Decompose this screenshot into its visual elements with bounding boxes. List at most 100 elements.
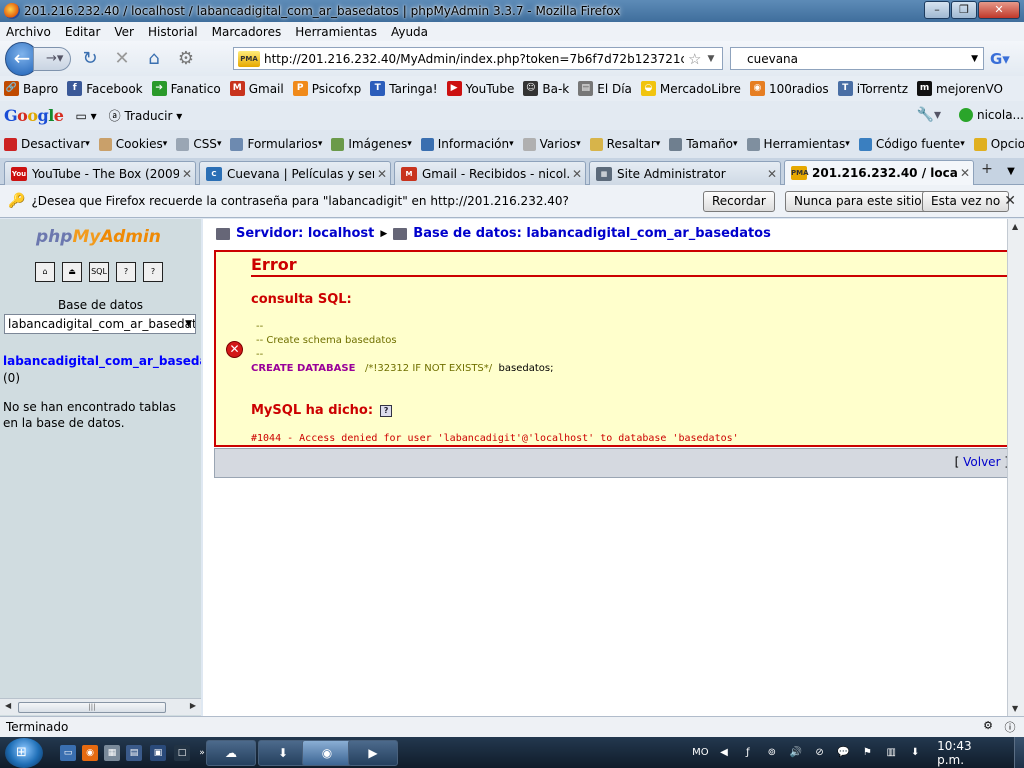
devtool-tama-o[interactable]: Tamaño ▾ <box>669 137 738 151</box>
mysql-docs-icon[interactable]: ? <box>143 262 163 282</box>
scroll-right-icon[interactable]: ▶ <box>190 701 196 710</box>
stop-button[interactable]: ✕ <box>109 47 135 71</box>
devtool-c-digo-fuente[interactable]: Código fuente ▾ <box>858 137 965 151</box>
tray-chat-icon[interactable]: 💬 <box>836 745 852 761</box>
url-text[interactable]: http://201.216.232.40/MyAdmin/index.php?… <box>264 52 684 66</box>
bookmark-ba-k[interactable]: ☺ Ba-k <box>523 81 569 96</box>
tab-close-icon[interactable]: ✕ <box>179 167 195 181</box>
tab-phpmyadmin[interactable]: PMA 201.216.232.40 / localh... ✕ <box>784 160 974 185</box>
devtool-im-genes[interactable]: Imágenes ▾ <box>331 137 412 151</box>
bookmark-star-icon[interactable]: ☆ <box>688 50 701 68</box>
clock[interactable]: 10:43 p.m. <box>937 739 1002 767</box>
tray-volume-icon[interactable]: 🔊 <box>788 745 804 761</box>
not-now-button[interactable]: Esta vez no <box>922 191 1010 212</box>
bookmark-facebook[interactable]: f Facebook <box>67 81 143 96</box>
tray-arrow-icon[interactable]: ◀ <box>716 745 732 761</box>
devtool-opciones[interactable]: Opciones▾ <box>973 137 1024 151</box>
tray-antivirus-icon[interactable]: ⊚ <box>764 745 780 761</box>
scrollbar-thumb[interactable]: ||| <box>18 702 166 713</box>
documentation-icon[interactable]: ? <box>116 262 136 282</box>
bookmark-fanatico[interactable]: ➔ Fanatico <box>151 81 221 96</box>
reload-button[interactable]: ↻ <box>77 47 103 71</box>
taskbar-app-downloads[interactable]: ⬇ <box>258 740 308 766</box>
switch-windows-icon[interactable]: ▤ <box>126 745 142 761</box>
devtool-informaci-n[interactable]: Información ▾ <box>420 137 514 151</box>
media-icon[interactable]: ▣ <box>150 745 166 761</box>
exit-icon[interactable]: ⏏ <box>62 262 82 282</box>
menu-historial[interactable]: Historial <box>148 25 198 39</box>
tab-close-icon[interactable]: ✕ <box>764 167 780 181</box>
calculator-icon[interactable]: ▦ <box>104 745 120 761</box>
menu-ayuda[interactable]: Ayuda <box>391 25 428 39</box>
tab-close-icon[interactable]: ✕ <box>957 166 973 180</box>
devtool-desactivar[interactable]: Desactivar ▾ <box>4 137 90 151</box>
main-vertical-scrollbar[interactable]: ▲ ▼ <box>1007 219 1024 716</box>
tab-youtube[interactable]: You YouTube - The Box (2009... ✕ <box>4 161 196 185</box>
breadcrumb-database[interactable]: Base de datos: labancadigital_com_ar_bas… <box>413 226 771 241</box>
devtool-formularios[interactable]: Formularios ▾ <box>230 137 322 151</box>
bookmark-mejorenvo[interactable]: m mejorenVO <box>917 81 1003 96</box>
google-search-icon[interactable]: G▾ <box>990 50 1020 68</box>
database-link[interactable]: labancadigital_com_ar_basedatos <box>3 354 201 368</box>
devtool-herramientas[interactable]: Herramientas ▾ <box>746 137 850 151</box>
bookmark-youtube[interactable]: ▶ YouTube <box>446 81 514 96</box>
menu-ver[interactable]: Ver <box>114 25 134 39</box>
devtool-cookies[interactable]: Cookies ▾ <box>98 137 167 151</box>
bookmark-psicofxp[interactable]: P Psicofxp <box>292 81 361 96</box>
tray-download-icon[interactable]: ⬇ <box>907 745 923 761</box>
menu-archivo[interactable]: Archivo <box>6 25 51 39</box>
menu-marcadores[interactable]: Marcadores <box>212 25 282 39</box>
maximize-button[interactable]: ❐ <box>951 1 977 19</box>
bookmark-el-d-a[interactable]: ▤ El Día <box>578 81 632 96</box>
wrench-icon[interactable]: 🔧▾ <box>917 107 941 123</box>
tray-blocked-icon[interactable]: ⊘ <box>812 745 828 761</box>
bookmark-bapro[interactable]: 🔗 Bapro <box>4 81 58 96</box>
tab-close-icon[interactable]: ✕ <box>569 167 585 181</box>
tray-flash-icon[interactable]: ƒ <box>740 745 756 761</box>
bookmark-mercadolibre[interactable]: ◒ MercadoLibre <box>640 81 741 96</box>
search-input[interactable]: cuevana <box>747 52 971 66</box>
url-bar[interactable]: PMA http://201.216.232.40/MyAdmin/index.… <box>233 47 723 70</box>
left-horizontal-scrollbar[interactable]: ◀ ||| ▶ <box>0 698 201 715</box>
bookmark-gmail[interactable]: M Gmail <box>229 81 284 96</box>
back-link[interactable]: Volver <box>963 455 1000 469</box>
search-dropdown-icon[interactable]: ▼ <box>971 54 978 64</box>
show-desktop-button[interactable] <box>1014 737 1024 768</box>
translate-button[interactable]: ⓐ Traducir ▾ <box>109 107 183 124</box>
explorer-icon[interactable]: □ <box>174 745 190 761</box>
home-button[interactable]: ⌂ <box>141 47 167 71</box>
tab-site-administrator[interactable]: ▦ Site Administrator ✕ <box>589 161 781 185</box>
breadcrumb-server[interactable]: Servidor: localhost <box>236 226 374 241</box>
google-logo[interactable]: Google <box>4 106 64 125</box>
devtool-css[interactable]: CSS ▾ <box>176 137 221 151</box>
scroll-left-icon[interactable]: ◀ <box>5 701 11 710</box>
close-button[interactable]: ✕ <box>978 1 1020 19</box>
tab-close-icon[interactable]: ✕ <box>374 167 390 181</box>
start-button[interactable]: ⊞ <box>5 738 43 768</box>
url-dropdown-icon[interactable]: ▼ <box>707 54 714 64</box>
never-for-site-button[interactable]: Nunca para este sitio <box>785 191 931 212</box>
gear-icon[interactable]: ⚙ <box>980 719 996 735</box>
google-user[interactable]: nicola... <box>977 108 1024 122</box>
extension-button[interactable]: ⚙ <box>173 47 199 71</box>
search-bar[interactable]: cuevana ▼ <box>730 47 984 70</box>
bookmark-taringa-[interactable]: T Taringa! <box>370 81 438 96</box>
help-icon[interactable]: ? <box>380 404 393 417</box>
forward-button[interactable]: →▾ <box>33 46 71 71</box>
scroll-down-icon[interactable]: ▼ <box>1012 704 1018 713</box>
tab-gmail[interactable]: M Gmail - Recibidos - nicol... ✕ <box>394 161 586 185</box>
devtool-varios[interactable]: Varios ▾ <box>522 137 581 151</box>
tab-list-icon[interactable]: ▼ <box>1002 161 1020 183</box>
tab-cuevana[interactable]: C Cuevana | Películas y seri... ✕ <box>199 161 391 185</box>
phpmyadmin-logo[interactable]: phpMyAdmin <box>36 227 161 247</box>
firefox-quicklaunch-icon[interactable]: ◉ <box>82 745 98 761</box>
menu-editar[interactable]: Editar <box>65 25 101 39</box>
home-icon[interactable]: ⌂ <box>35 262 55 282</box>
menu-herramientas[interactable]: Herramientas <box>295 25 377 39</box>
bookmark-itorrentz[interactable]: TiTorrentz <box>837 81 908 96</box>
tray-network-icon[interactable]: ▥ <box>883 745 899 761</box>
scroll-up-icon[interactable]: ▲ <box>1012 222 1018 231</box>
sql-query-icon[interactable]: SQL <box>89 262 109 282</box>
google-search-box-icon[interactable]: ▭ ▾ <box>75 109 96 123</box>
tray-mo-icon[interactable]: MO <box>692 745 709 761</box>
